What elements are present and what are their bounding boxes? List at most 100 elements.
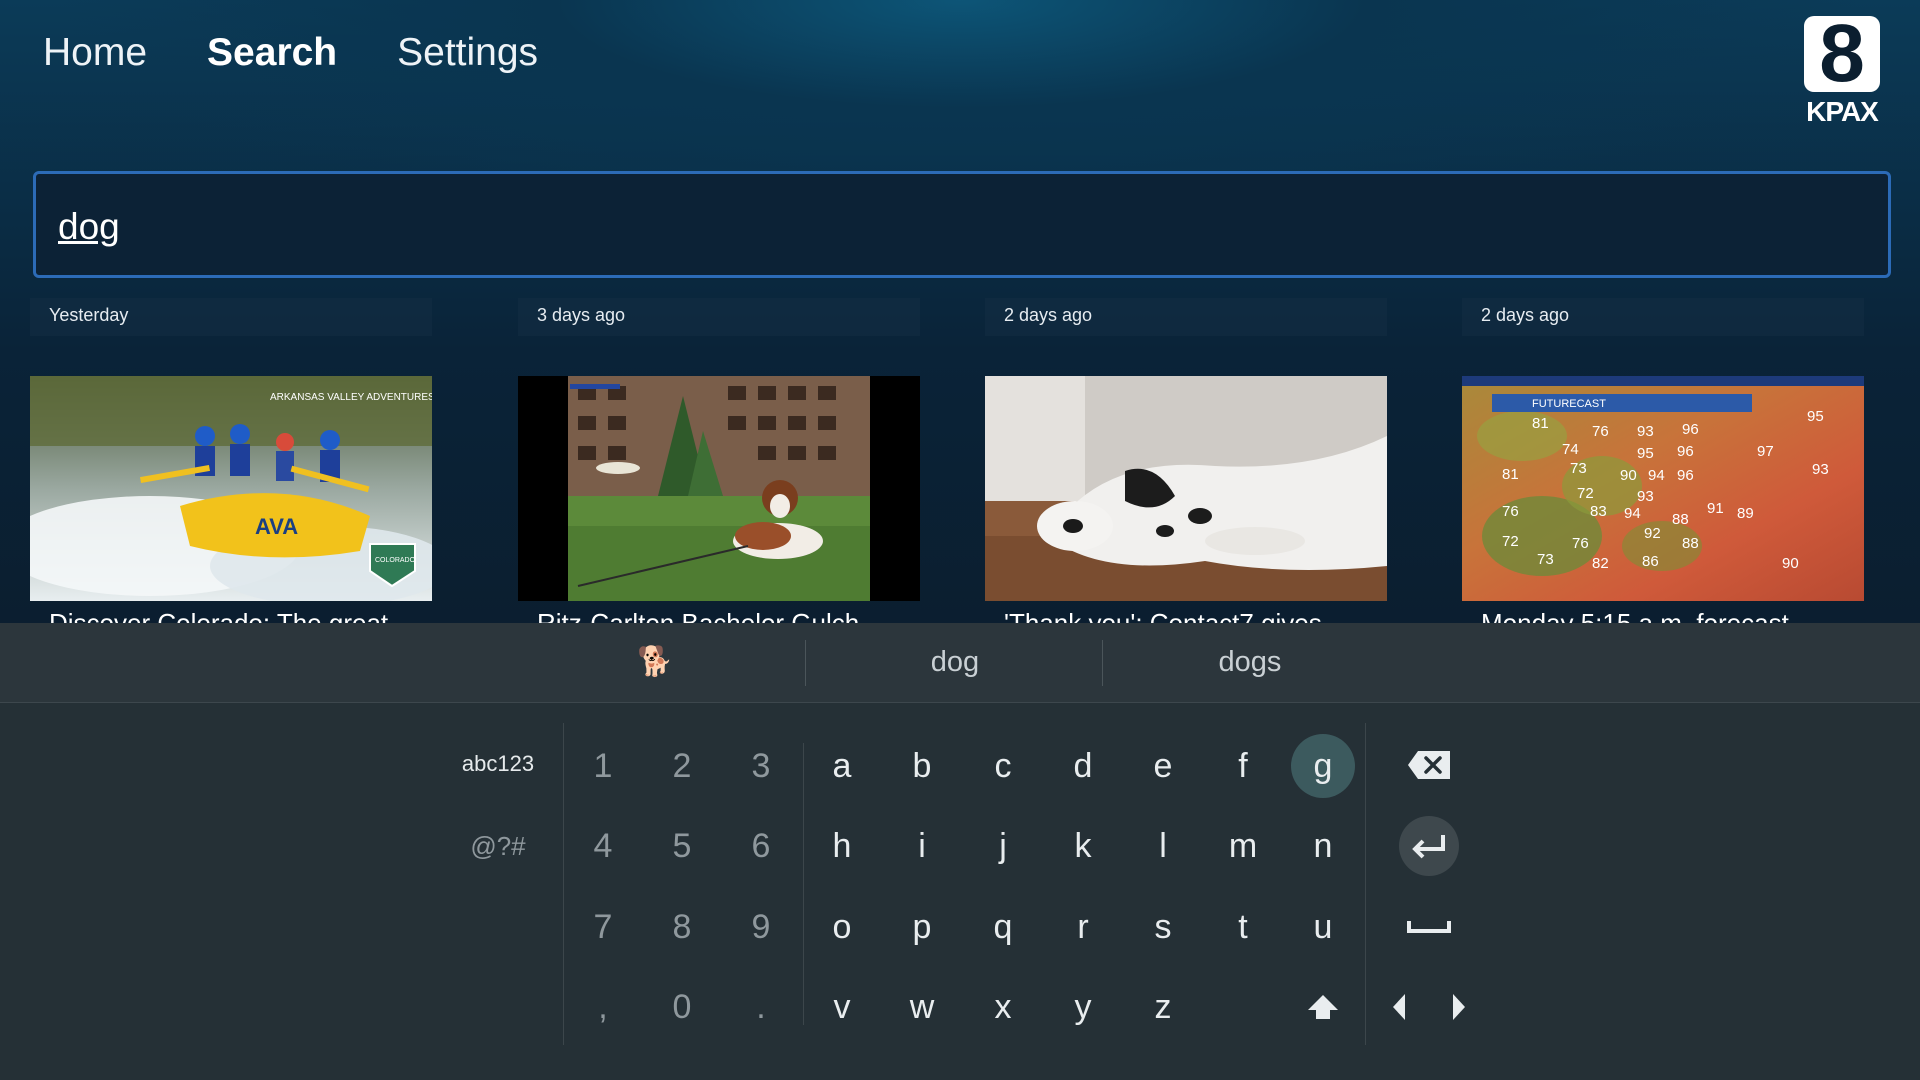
key-e[interactable]: e: [1133, 736, 1193, 796]
result-thumbnail[interactable]: AVA ARKANSAS VALLEY ADVENTURES COLORADO: [30, 376, 432, 601]
key-a[interactable]: a: [812, 736, 872, 796]
cursor-left-key[interactable]: [1369, 977, 1429, 1037]
key-q[interactable]: q: [973, 897, 1033, 957]
svg-text:90: 90: [1782, 555, 1799, 572]
cursor-right-key[interactable]: [1429, 977, 1489, 1037]
key-n[interactable]: n: [1293, 816, 1353, 876]
key-2[interactable]: 2: [652, 736, 712, 796]
svg-text:FUTURECAST: FUTURECAST: [1532, 398, 1606, 410]
result-thumbnail[interactable]: FUTURECAST 81 76 93 96 95 74 95 96 97 81 73 90 94 9…: [1462, 376, 1864, 601]
key-9[interactable]: 9: [731, 897, 791, 957]
key-x[interactable]: x: [973, 977, 1033, 1037]
svg-text:91: 91: [1707, 500, 1724, 517]
key-u[interactable]: u: [1293, 897, 1353, 957]
thumb-badge-text: ARKANSAS VALLEY ADVENTURES: [270, 392, 432, 403]
svg-text:88: 88: [1672, 511, 1689, 528]
key-d[interactable]: d: [1053, 736, 1113, 796]
key-j[interactable]: j: [973, 816, 1033, 876]
result-card-2[interactable]: 3 days ago: [518, 298, 920, 638]
enter-icon: [1412, 835, 1445, 859]
svg-text:93: 93: [1637, 488, 1654, 505]
svg-text:81: 81: [1502, 466, 1519, 483]
chevron-left-icon: [1393, 994, 1405, 1020]
key-0[interactable]: 0: [652, 977, 712, 1037]
keyboard-divider: [803, 743, 804, 1025]
key-z[interactable]: z: [1133, 977, 1193, 1037]
logo-name: KPAX: [1806, 96, 1879, 127]
key-period[interactable]: .: [731, 977, 791, 1037]
search-box[interactable]: [33, 171, 1891, 278]
on-screen-keyboard: 🐕 dog dogs abc123 @?# 1 2 3 4 5 6 7 8 9 …: [0, 623, 1920, 1080]
suggestion-emoji[interactable]: 🐕: [570, 623, 740, 702]
result-date: 2 days ago: [1462, 298, 1864, 336]
result-date: 3 days ago: [518, 298, 920, 336]
backspace-icon: [1408, 751, 1450, 779]
key-3[interactable]: 3: [731, 736, 791, 796]
result-card-1[interactable]: Yesterday AVA ARKANSAS VALLEY ADVENTURES…: [30, 298, 432, 638]
svg-text:94: 94: [1648, 467, 1665, 484]
key-k[interactable]: k: [1053, 816, 1113, 876]
svg-text:93: 93: [1812, 461, 1829, 478]
nav-settings[interactable]: Settings: [397, 28, 538, 78]
svg-text:73: 73: [1570, 460, 1587, 477]
key-l[interactable]: l: [1133, 816, 1193, 876]
svg-text:95: 95: [1807, 408, 1824, 425]
result-thumbnail[interactable]: [518, 376, 920, 601]
svg-text:96: 96: [1682, 421, 1699, 438]
key-c[interactable]: c: [973, 736, 1033, 796]
key-t[interactable]: t: [1213, 897, 1273, 957]
suggestion-dogs[interactable]: dogs: [1155, 623, 1345, 702]
key-6[interactable]: 6: [731, 816, 791, 876]
key-m[interactable]: m: [1213, 816, 1273, 876]
key-w[interactable]: w: [892, 977, 952, 1037]
key-r[interactable]: r: [1053, 897, 1113, 957]
key-g[interactable]: g: [1291, 734, 1355, 798]
nav-search[interactable]: Search: [207, 28, 337, 78]
svg-text:96: 96: [1677, 443, 1694, 460]
logo-badge: 8: [1804, 8, 1880, 99]
key-f[interactable]: f: [1213, 736, 1273, 796]
result-thumbnail[interactable]: [985, 376, 1387, 601]
mode-letters-key[interactable]: abc123: [443, 751, 553, 777]
suggestion-dog[interactable]: dog: [860, 623, 1050, 702]
mode-symbols-key[interactable]: @?#: [443, 831, 553, 862]
shift-key[interactable]: [1293, 977, 1353, 1037]
svg-text:COLORADO: COLORADO: [375, 557, 416, 564]
search-input[interactable]: [56, 200, 1860, 254]
space-icon: [1407, 921, 1451, 933]
key-h[interactable]: h: [812, 816, 872, 876]
key-7[interactable]: 7: [573, 897, 633, 957]
svg-text:95: 95: [1637, 445, 1654, 462]
suggestion-divider: [1102, 640, 1103, 686]
logo-number: 8: [1819, 8, 1865, 99]
svg-text:92: 92: [1644, 525, 1661, 542]
key-s[interactable]: s: [1133, 897, 1193, 957]
key-y[interactable]: y: [1053, 977, 1113, 1037]
key-i[interactable]: i: [892, 816, 952, 876]
result-card-3[interactable]: 2 days ago 'Thank you': Contact7 gives: [985, 298, 1387, 638]
svg-text:96: 96: [1677, 467, 1694, 484]
svg-text:90: 90: [1620, 467, 1637, 484]
key-v[interactable]: v: [812, 977, 872, 1037]
svg-text:93: 93: [1637, 423, 1654, 440]
result-card-4[interactable]: 2 days ago FUTURECAST 81 76 93 96 95 74: [1462, 298, 1864, 638]
enter-key[interactable]: [1399, 816, 1459, 876]
key-o[interactable]: o: [812, 897, 872, 957]
nav-home[interactable]: Home: [43, 28, 147, 78]
key-4[interactable]: 4: [573, 816, 633, 876]
key-8[interactable]: 8: [652, 897, 712, 957]
svg-text:81: 81: [1532, 415, 1549, 432]
svg-text:AVA: AVA: [255, 514, 298, 539]
svg-text:94: 94: [1624, 505, 1641, 522]
svg-text:86: 86: [1642, 553, 1659, 570]
space-key[interactable]: [1399, 897, 1459, 957]
key-5[interactable]: 5: [652, 816, 712, 876]
key-b[interactable]: b: [892, 736, 952, 796]
svg-text:76: 76: [1572, 535, 1589, 552]
key-comma[interactable]: ,: [573, 977, 633, 1037]
result-date: Yesterday: [30, 298, 432, 336]
key-p[interactable]: p: [892, 897, 952, 957]
backspace-key[interactable]: [1399, 735, 1459, 795]
top-nav: Home Search Settings: [43, 28, 538, 78]
key-1[interactable]: 1: [573, 736, 633, 796]
